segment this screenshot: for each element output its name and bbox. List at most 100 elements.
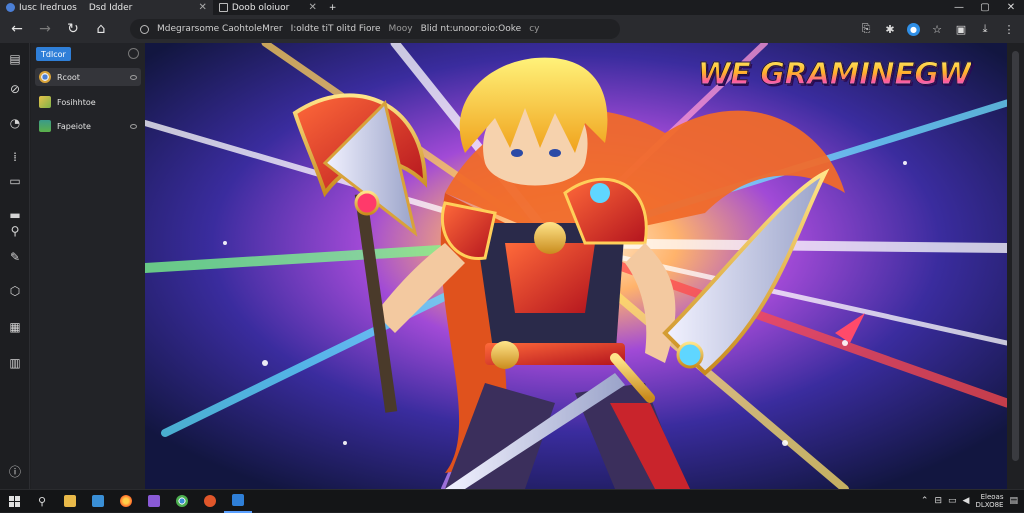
tab-strip: Iusc Iredruos Dsd Idder ✕ Doob oloiuor ✕… xyxy=(0,0,1024,15)
chrome-icon xyxy=(39,71,51,83)
panel-item[interactable]: Fapeiote xyxy=(35,117,141,135)
save-icon[interactable]: ▦ xyxy=(7,319,23,335)
extensions-icon[interactable]: ▣ xyxy=(950,18,972,40)
address-segment: Mooy xyxy=(388,24,413,34)
app-icon xyxy=(148,495,160,507)
panel-item-label: Fosihhtoe xyxy=(57,97,96,107)
address-segment: Mdegrarsome CaohtoleMrer xyxy=(157,24,283,34)
artwork-title: WE GRAMINEGW xyxy=(697,57,972,93)
tab-1[interactable]: Iusc Iredruos xyxy=(0,0,83,15)
arrow-left-icon: ← xyxy=(11,21,23,37)
screenshot-icon[interactable]: ⎘ xyxy=(855,18,877,40)
home-button[interactable]: ⌂ xyxy=(88,18,114,40)
profile-extension-icon[interactable]: ● xyxy=(907,22,920,36)
app-icon xyxy=(232,494,244,506)
menu-icon[interactable]: ⋮ xyxy=(998,18,1020,40)
address-segment: Blid nt:unoor:oio:Ooke xyxy=(420,24,522,34)
split-view-icon[interactable]: ⁞ xyxy=(7,149,23,165)
image-icon xyxy=(39,96,51,108)
taskbar: ⚲ ⌃ ⊟ ▭ ◀ Eleoas DLXO8E ▤ xyxy=(0,489,1024,513)
chevron-up-icon[interactable]: ⌃ xyxy=(921,496,929,506)
drive-icon[interactable]: ▥ xyxy=(7,355,23,371)
landscape-icon xyxy=(39,120,51,132)
tab-3-label: Doob oloiuor xyxy=(231,2,290,13)
cube-icon[interactable]: ⬡ xyxy=(7,283,23,299)
app-icon xyxy=(204,495,216,507)
download-icon[interactable]: ⤓ xyxy=(974,18,996,40)
clock-line-1: Eleoas xyxy=(980,493,1004,501)
window-controls: — ▢ ✕ xyxy=(946,0,1024,15)
volume-icon[interactable]: ◀ xyxy=(963,496,970,506)
tools-icon[interactable]: ✎ xyxy=(7,249,23,265)
side-panel: Tdlcor Rcoot Fosihhtoe Fapeiote xyxy=(31,43,145,489)
file-explorer-button[interactable] xyxy=(56,490,84,513)
network-icon[interactable]: ⊟ xyxy=(934,496,942,506)
history-icon[interactable]: ◔ xyxy=(7,115,23,131)
windows-logo-icon xyxy=(8,495,20,507)
search-icon: ⚲ xyxy=(37,494,47,508)
tab-2[interactable]: Dsd Idder ✕ xyxy=(82,0,213,15)
lock-icon[interactable]: ⚲ xyxy=(7,223,23,239)
bookmarks-icon[interactable]: ⊘ xyxy=(7,81,23,97)
firefox-icon xyxy=(120,495,132,507)
reload-icon: ↻ xyxy=(67,21,79,37)
search-button[interactable]: ⚲ xyxy=(28,490,56,513)
sidebar-toggle-icon[interactable]: ▤ xyxy=(7,51,23,67)
panel-item-label: Rcoot xyxy=(57,72,80,82)
artwork-viewport[interactable]: WE GRAMINEGW WE GRAMINEGW xyxy=(145,43,1007,489)
reload-button[interactable]: ↻ xyxy=(60,18,86,40)
home-icon: ⌂ xyxy=(96,21,106,37)
chrome-icon xyxy=(176,495,188,507)
active-app-button[interactable] xyxy=(224,490,252,513)
firefox-button[interactable] xyxy=(112,490,140,513)
notification-icon[interactable]: ▤ xyxy=(1009,496,1018,506)
panel-item-label: Fapeiote xyxy=(57,121,91,131)
scrollbar-thumb[interactable] xyxy=(1012,51,1019,461)
visibility-icon[interactable] xyxy=(130,123,137,129)
clock[interactable]: Eleoas DLXO8E xyxy=(975,493,1003,509)
window-icon[interactable]: ▭ xyxy=(7,173,23,189)
page-icon xyxy=(218,3,228,12)
panel-item[interactable]: Fosihhtoe xyxy=(35,93,141,111)
close-window-icon[interactable]: ✕ xyxy=(998,0,1024,15)
close-tab-icon[interactable]: ✕ xyxy=(308,2,316,13)
browser-logo-icon xyxy=(6,3,15,12)
maximize-icon[interactable]: ▢ xyxy=(972,0,998,15)
star-icon[interactable]: ☆ xyxy=(926,18,948,40)
clock-line-2: DLXO8E xyxy=(975,501,1004,509)
store-button[interactable] xyxy=(84,490,112,513)
tab-2-label: Dsd Idder xyxy=(88,2,133,13)
tabs-icon[interactable]: ▬ xyxy=(7,207,23,223)
arrow-right-icon: → xyxy=(39,21,51,37)
battery-icon[interactable]: ▭ xyxy=(948,496,957,506)
app-orange-button[interactable] xyxy=(196,490,224,513)
back-button[interactable]: ← xyxy=(4,18,30,40)
browser-toolbar: ← → ↻ ⌂ Mdegrarsome CaohtoleMrer I:oldte… xyxy=(0,15,1024,43)
address-segment: I:oldte tiT olitd Fiore xyxy=(290,24,381,34)
extension-puzzle-icon[interactable]: ✱ xyxy=(879,18,901,40)
minimize-icon[interactable]: — xyxy=(946,0,972,15)
panel-item[interactable]: Rcoot xyxy=(35,68,141,86)
system-tray: ⌃ ⊟ ▭ ◀ Eleoas DLXO8E ▤ xyxy=(921,493,1024,509)
chrome-button[interactable] xyxy=(168,490,196,513)
sidebar-rail: ▤ ⊘ ◔ ⁞ ▭ ▬ ⚲ ✎ ⬡ ▦ ▥ ⓘ xyxy=(0,43,30,489)
address-bar[interactable]: Mdegrarsome CaohtoleMrer I:oldte tiT oli… xyxy=(130,19,620,39)
site-info-icon[interactable] xyxy=(140,24,149,34)
vertical-scrollbar[interactable] xyxy=(1007,43,1024,489)
tab-1-label: Iusc Iredruos xyxy=(19,2,77,13)
tab-3[interactable]: Doob oloiuor ✕ xyxy=(213,0,323,15)
artwork-illustration xyxy=(145,43,1007,489)
plus-icon: + xyxy=(328,2,337,13)
new-tab-button[interactable]: + xyxy=(323,0,343,15)
panel-settings-icon[interactable] xyxy=(128,48,139,59)
new-button[interactable]: Tdlcor xyxy=(36,47,71,61)
forward-button[interactable]: → xyxy=(32,18,58,40)
app-purple-button[interactable] xyxy=(140,490,168,513)
start-button[interactable] xyxy=(0,490,28,513)
extensions-area: ⎘ ✱ ● ☆ ▣ ⤓ ⋮ xyxy=(855,18,1020,40)
help-icon[interactable]: ⓘ xyxy=(7,463,23,479)
folder-icon xyxy=(64,495,76,507)
address-segment: cy xyxy=(529,24,540,34)
visibility-icon[interactable] xyxy=(130,74,137,80)
close-tab-icon[interactable]: ✕ xyxy=(198,2,206,13)
